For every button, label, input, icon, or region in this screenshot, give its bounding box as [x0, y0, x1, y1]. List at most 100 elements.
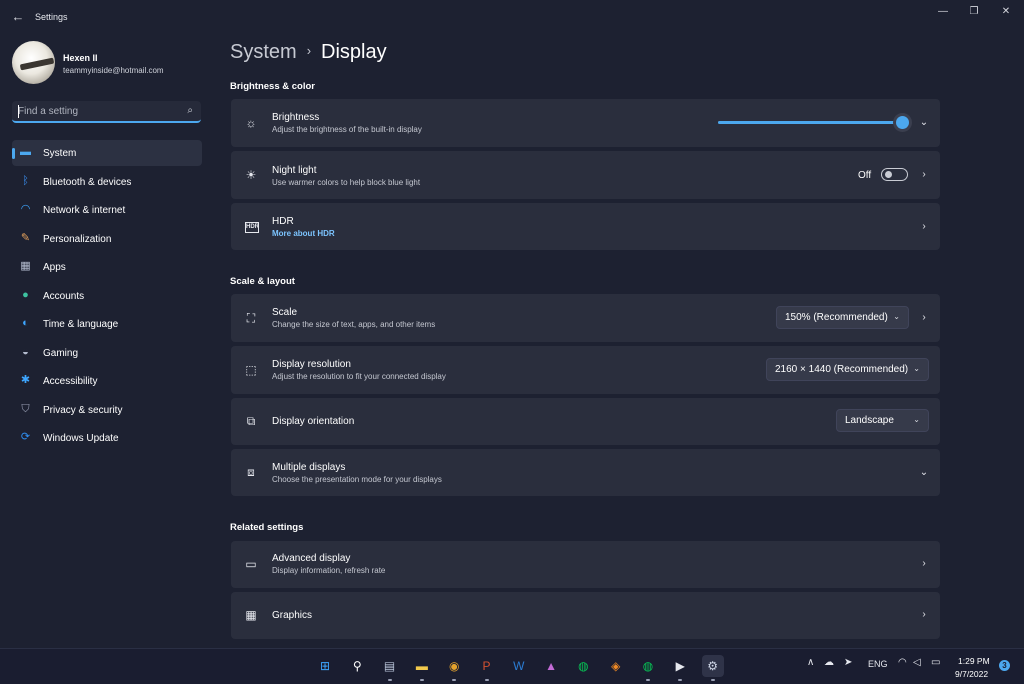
close-button[interactable]: ✕ — [996, 5, 1016, 19]
hdr-title: HDR — [272, 216, 294, 227]
running-indicator — [710, 679, 715, 681]
chevron-right-icon[interactable]: › — [918, 558, 930, 570]
powerpoint-icon[interactable]: P — [476, 655, 498, 681]
brightness-card[interactable]: ☼ Brightness Adjust the brightness of th… — [231, 99, 940, 147]
chevron-down-icon: ⌄ — [893, 312, 900, 321]
wifi-icon: ◠ — [20, 203, 31, 215]
multiple-displays-subtitle: Choose the presentation mode for your di… — [272, 475, 442, 484]
sidebar-item-windows-update[interactable]: ⟳ Windows Update — [12, 425, 202, 451]
multiple-displays-card[interactable]: ⧈ Multiple displays Choose the presentat… — [231, 449, 940, 496]
advanced-display-card[interactable]: ▭ Advanced display Display information, … — [231, 541, 940, 588]
laptop-icon: ▭ — [245, 557, 257, 571]
battery-icon[interactable]: ▭ — [931, 657, 940, 668]
line-icon[interactable]: ◍ — [572, 655, 594, 677]
chevron-down-icon: ⌄ — [913, 364, 920, 373]
scale-card[interactable]: ⛶ Scale Change the size of text, apps, a… — [231, 294, 940, 342]
sidebar-item-bluetooth[interactable]: ᛒ Bluetooth & devices — [12, 169, 202, 195]
media-player-icon[interactable]: ▶ — [669, 655, 691, 681]
multiple-displays-title: Multiple displays — [272, 462, 346, 473]
resolution-dropdown[interactable]: 2160 × 1440 (Recommended) ⌄ — [766, 358, 929, 381]
file-explorer-icon[interactable]: ▬ — [411, 655, 433, 681]
clock-date[interactable]: 9/7/2022 — [955, 669, 988, 679]
volume-icon[interactable]: ◁ — [913, 657, 921, 668]
chevron-right-icon[interactable]: › — [918, 312, 930, 324]
display-resolution-card[interactable]: ⬚ Display resolution Adjust the resoluti… — [231, 346, 940, 394]
chevron-right-icon[interactable]: › — [918, 169, 930, 181]
apps-icon: ▦ — [20, 260, 31, 272]
accessibility-icon: ✱ — [20, 374, 31, 386]
running-indicator — [452, 679, 457, 681]
avatar[interactable] — [12, 41, 55, 84]
back-arrow-icon[interactable]: ← — [10, 9, 26, 25]
hdr-link[interactable]: More about HDR — [272, 229, 335, 238]
running-indicator — [678, 679, 683, 681]
app-orange-icon[interactable]: ◈ — [605, 655, 627, 677]
sidebar-item-accounts[interactable]: ● Accounts — [12, 283, 202, 309]
notepad-icon[interactable]: ▤ — [379, 655, 401, 681]
chevron-right-icon[interactable]: › — [918, 609, 930, 621]
affinity-icon[interactable]: ▲ — [540, 655, 562, 677]
breadcrumb-parent[interactable]: System — [230, 41, 297, 63]
search-icon[interactable]: ⌕ — [187, 105, 193, 116]
page-title: Display — [321, 41, 387, 63]
night-light-toggle[interactable] — [881, 168, 908, 181]
night-light-title: Night light — [272, 165, 317, 176]
search-input[interactable] — [18, 104, 178, 118]
clock-time[interactable]: 1:29 PM — [958, 656, 990, 666]
breadcrumb: System › Display — [230, 41, 387, 64]
location-icon[interactable]: ➤ — [844, 657, 852, 668]
monitor-icon: ▬ — [20, 146, 31, 158]
orientation-icon: ⧉ — [246, 414, 256, 428]
word-icon[interactable]: W — [508, 655, 530, 677]
sidebar-item-label: Personalization — [43, 233, 112, 245]
minimize-button[interactable]: — — [933, 5, 953, 19]
resolution-subtitle: Adjust the resolution to fit your connec… — [272, 372, 446, 381]
chevron-down-icon: ⌄ — [913, 415, 920, 424]
sidebar-item-accessibility[interactable]: ✱ Accessibility — [12, 368, 202, 394]
toggle-knob — [885, 171, 892, 178]
chevron-right-icon[interactable]: › — [918, 221, 930, 233]
line-active-icon[interactable]: ◍ — [637, 655, 659, 681]
graphics-card[interactable]: ▦ Graphics › — [231, 592, 940, 639]
orientation-dropdown[interactable]: Landscape ⌄ — [836, 409, 929, 432]
brightness-slider[interactable] — [718, 116, 910, 129]
running-indicator — [387, 679, 392, 681]
hdr-card[interactable]: HDR HDR More about HDR › — [231, 203, 940, 250]
search-icon[interactable]: ⚲ — [346, 655, 368, 677]
user-email: teammyinside@hotmail.com — [63, 66, 164, 75]
wifi-icon[interactable]: ◠ — [898, 657, 907, 668]
onedrive-icon[interactable]: ☁ — [824, 657, 834, 668]
controller-icon: ◒ — [22, 345, 29, 358]
resolution-dropdown-value: 2160 × 1440 (Recommended) — [775, 364, 909, 375]
slider-thumb[interactable] — [896, 116, 910, 129]
title-bar: ← Settings — ❐ ✕ — [0, 0, 1024, 34]
language-indicator[interactable]: ENG — [868, 659, 888, 669]
sidebar-item-gaming[interactable]: ◒ Gaming — [12, 340, 202, 366]
scale-dropdown[interactable]: 150% (Recommended) ⌄ — [776, 306, 909, 329]
hdr-icon: HDR — [245, 222, 259, 233]
advanced-display-title: Advanced display — [272, 553, 351, 564]
taskbar: ⊞ ⚲ ▤ ▬ ◉ P W ▲ ◍ ◈ ◍ ▶ ⚙ ∧ ☁ ➤ ENG ◠ ◁ ▭ — [0, 648, 1024, 684]
sidebar-item-apps[interactable]: ▦ Apps — [12, 254, 202, 280]
scale-dropdown-value: 150% (Recommended) — [785, 312, 888, 323]
chevron-down-icon[interactable]: ⌄ — [918, 467, 930, 479]
sidebar-item-personalization[interactable]: ✎ Personalization — [12, 226, 202, 252]
chevron-down-icon[interactable]: ⌄ — [918, 117, 930, 129]
night-light-subtitle: Use warmer colors to help block blue lig… — [272, 178, 421, 187]
sidebar-item-time-language[interactable]: ◐ Time & language — [12, 311, 202, 337]
chevron-up-icon[interactable]: ∧ — [807, 657, 814, 668]
sidebar-item-label: Apps — [43, 262, 66, 273]
sidebar-item-label: Windows Update — [43, 433, 119, 444]
resolution-title: Display resolution — [272, 359, 351, 370]
sidebar-item-network[interactable]: ◠ Network & internet — [12, 197, 202, 223]
settings-icon[interactable]: ⚙ — [701, 655, 724, 681]
start-icon[interactable]: ⊞ — [314, 655, 336, 677]
sidebar-item-system[interactable]: ▬ System — [12, 140, 202, 166]
display-orientation-card[interactable]: ⧉ Display orientation Landscape ⌄ — [231, 398, 940, 445]
night-light-card[interactable]: ☀ Night light Use warmer colors to help … — [231, 151, 940, 199]
restore-button[interactable]: ❐ — [964, 5, 984, 19]
sidebar-item-privacy[interactable]: ⛉ Privacy & security — [12, 397, 202, 423]
search-box[interactable]: ⌕ — [12, 101, 201, 123]
chrome-icon[interactable]: ◉ — [443, 655, 465, 681]
notification-badge[interactable]: 3 — [999, 660, 1010, 671]
